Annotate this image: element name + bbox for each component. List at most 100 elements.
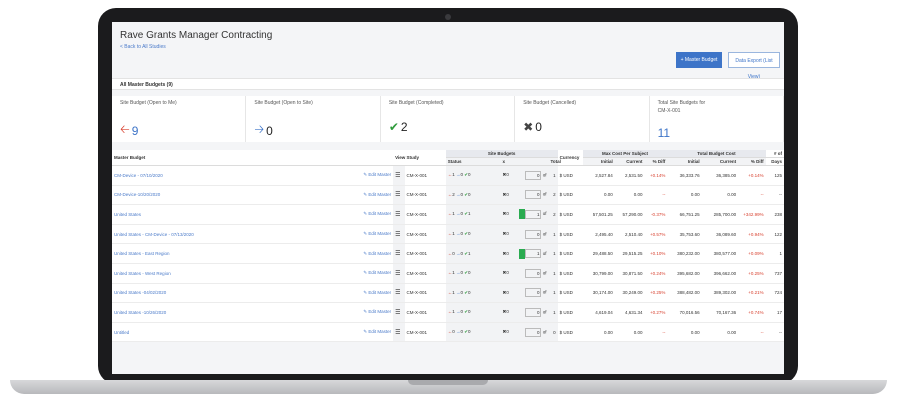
master-budget-link[interactable]: Untitled bbox=[112, 322, 341, 343]
count-input-cell[interactable]: 0 of bbox=[516, 322, 549, 343]
total-cell: 1 bbox=[548, 263, 558, 284]
edit-master-button[interactable]: ✎ Edit Master bbox=[340, 283, 394, 304]
list-view-icon[interactable]: ☰ bbox=[393, 302, 405, 323]
edit-master-button[interactable]: ✎ Edit Master bbox=[340, 165, 394, 186]
count-input-cell[interactable]: 0 of bbox=[516, 302, 549, 323]
back-to-studies-link[interactable]: < Back to All Studies bbox=[120, 44, 272, 50]
summary-cancelled[interactable]: Site Budget (Cancelled) ✖ 0 bbox=[515, 96, 650, 142]
cancelled-cell: ✖0 bbox=[500, 263, 517, 284]
total-cell: 1 bbox=[548, 243, 558, 264]
pencil-icon: ✎ bbox=[363, 309, 368, 315]
table-row[interactable]: CM-Device - 07/10/2020 ✎ Edit Master ☰ CM-X… bbox=[112, 165, 784, 186]
arrow-left-icon: 🡠 bbox=[120, 122, 130, 136]
status-cell: ←0 →0 ✔0 bbox=[445, 322, 501, 343]
table-row[interactable]: United States - East Region ✎ Edit Master… bbox=[112, 243, 784, 264]
cancelled-cell: ✖0 bbox=[500, 302, 517, 323]
cancelled-cell: ✖0 bbox=[500, 224, 517, 245]
total-cell: 1 bbox=[548, 302, 558, 323]
summary-open-to-me[interactable]: Site Budget (Open to Me) 🡠 9 bbox=[112, 96, 247, 142]
edit-master-button[interactable]: ✎ Edit Master bbox=[340, 185, 394, 206]
status-cell: ←1 →0 ✔0 bbox=[445, 263, 501, 284]
camera-icon bbox=[445, 14, 451, 20]
arrow-right-icon: 🡢 bbox=[254, 122, 265, 136]
list-view-icon[interactable]: ☰ bbox=[393, 283, 405, 304]
data-export-button[interactable]: Data Export (List View) bbox=[728, 52, 780, 80]
currency-cell: $ USD bbox=[557, 204, 583, 225]
status-cell: ←1 →0 ✔0 bbox=[445, 224, 501, 245]
pencil-icon: ✎ bbox=[363, 172, 368, 178]
currency-cell: $ USD bbox=[557, 185, 583, 206]
count-input-cell[interactable]: 0 of bbox=[516, 283, 549, 304]
edit-master-button[interactable]: ✎ Edit Master bbox=[340, 243, 394, 264]
list-view-icon[interactable]: ☰ bbox=[393, 204, 405, 225]
currency-cell: $ USD bbox=[557, 263, 583, 284]
total-cell: 2 bbox=[548, 185, 558, 206]
study-cell: CM-X-001 bbox=[404, 322, 446, 343]
list-view-icon[interactable]: ☰ bbox=[393, 165, 405, 186]
list-view-icon[interactable]: ☰ bbox=[393, 243, 405, 264]
study-cell: CM-X-001 bbox=[404, 165, 446, 186]
pencil-icon: ✎ bbox=[363, 231, 368, 237]
edit-master-button[interactable]: ✎ Edit Master bbox=[340, 263, 394, 284]
cancelled-cell: ✖0 bbox=[500, 204, 517, 225]
cancelled-cell: ✖0 bbox=[500, 243, 517, 264]
table-row[interactable]: United States ✎ Edit Master ☰ CM-X-001 ←1 →0… bbox=[112, 204, 784, 225]
table-row[interactable]: Untitled ✎ Edit Master ☰ CM-X-001 ←0 →0 ✔0 ✖0… bbox=[112, 322, 784, 343]
study-cell: CM-X-001 bbox=[404, 224, 446, 245]
master-budget-link[interactable]: United States - CM-Device - 07/13/2020 bbox=[112, 224, 341, 245]
status-cell: ←1 →0 ✔0 bbox=[445, 165, 501, 186]
edit-master-button[interactable]: ✎ Edit Master bbox=[340, 224, 394, 245]
master-budget-link[interactable]: United States - East Region bbox=[112, 243, 341, 264]
cancelled-cell: ✖0 bbox=[500, 165, 517, 186]
section-title: All Master Budgets (9) bbox=[112, 78, 784, 90]
table-row[interactable]: United States - CM-Device - 07/13/2020 ✎ … bbox=[112, 224, 784, 245]
status-cell: ←2 →0 ✔0 bbox=[445, 185, 501, 206]
pencil-icon: ✎ bbox=[363, 270, 368, 276]
add-master-budget-button[interactable]: + Master Budget bbox=[676, 52, 722, 68]
table-row[interactable]: United States - West Region ✎ Edit Master… bbox=[112, 263, 784, 284]
pencil-icon: ✎ bbox=[363, 211, 368, 217]
currency-cell: $ USD bbox=[557, 224, 583, 245]
master-budget-link[interactable]: United States - West Region bbox=[112, 263, 341, 284]
edit-master-button[interactable]: ✎ Edit Master bbox=[340, 322, 394, 343]
currency-cell: $ USD bbox=[557, 283, 583, 304]
master-budget-link[interactable]: United States -04/02/2020 bbox=[112, 283, 341, 304]
master-budget-link[interactable]: CM-Device - 07/10/2020 bbox=[112, 165, 341, 186]
laptop-base bbox=[10, 380, 887, 394]
list-view-icon[interactable]: ☰ bbox=[393, 224, 405, 245]
count-input-cell[interactable]: 0 of bbox=[516, 263, 549, 284]
table-row[interactable]: United States -04/02/2020 ✎ Edit Master ☰ C… bbox=[112, 283, 784, 304]
col-days-top: # of bbox=[765, 150, 784, 158]
total-cell: 1 bbox=[548, 224, 558, 245]
summary-cards: Site Budget (Open to Me) 🡠 9 Site Budget … bbox=[112, 96, 784, 142]
edit-master-button[interactable]: ✎ Edit Master bbox=[340, 204, 394, 225]
currency-cell: $ USD bbox=[557, 302, 583, 323]
count-input-cell[interactable]: 0 of bbox=[516, 224, 549, 245]
table-row[interactable]: CM-Device-10/20/2020 ✎ Edit Master ☰ CM-X-0… bbox=[112, 185, 784, 206]
col-site-budgets: Site Budgets bbox=[445, 150, 558, 158]
study-cell: CM-X-001 bbox=[404, 263, 446, 284]
pencil-icon: ✎ bbox=[363, 329, 368, 335]
status-cell: ←1 →0 ✔0 bbox=[445, 283, 501, 304]
col-total-budget-cost: Total Budget Cost bbox=[667, 150, 766, 158]
list-view-icon[interactable]: ☰ bbox=[393, 322, 405, 343]
count-input-cell[interactable]: 0 of bbox=[516, 185, 549, 206]
master-budget-link[interactable]: United States bbox=[112, 204, 341, 225]
list-view-icon[interactable]: ☰ bbox=[393, 263, 405, 284]
summary-completed[interactable]: Site Budget (Completed) ✔ 2 bbox=[381, 96, 516, 142]
master-budget-link[interactable]: United States -10/26/2020 bbox=[112, 302, 341, 323]
currency-cell: $ USD bbox=[557, 243, 583, 264]
table-row[interactable]: United States -10/26/2020 ✎ Edit Master ☰ C… bbox=[112, 302, 784, 323]
summary-open-to-site[interactable]: Site Budget (Open to Site) 🡢 0 bbox=[246, 96, 381, 142]
edit-master-button[interactable]: ✎ Edit Master bbox=[340, 302, 394, 323]
list-view-icon[interactable]: ☰ bbox=[393, 185, 405, 206]
col-study[interactable]: Study bbox=[404, 150, 446, 166]
page-header: Rave Grants Manager Contracting < Back t… bbox=[120, 30, 272, 50]
master-budget-link[interactable]: CM-Device-10/20/2020 bbox=[112, 185, 341, 206]
study-cell: CM-X-001 bbox=[404, 243, 446, 264]
count-input-cell[interactable]: 1 of bbox=[516, 204, 549, 225]
count-input-cell[interactable]: 0 of bbox=[516, 165, 549, 186]
count-input-cell[interactable]: 1 of bbox=[516, 243, 549, 264]
check-icon: ✔ bbox=[388, 120, 399, 134]
col-master-budget[interactable]: Master Budget bbox=[112, 150, 341, 166]
